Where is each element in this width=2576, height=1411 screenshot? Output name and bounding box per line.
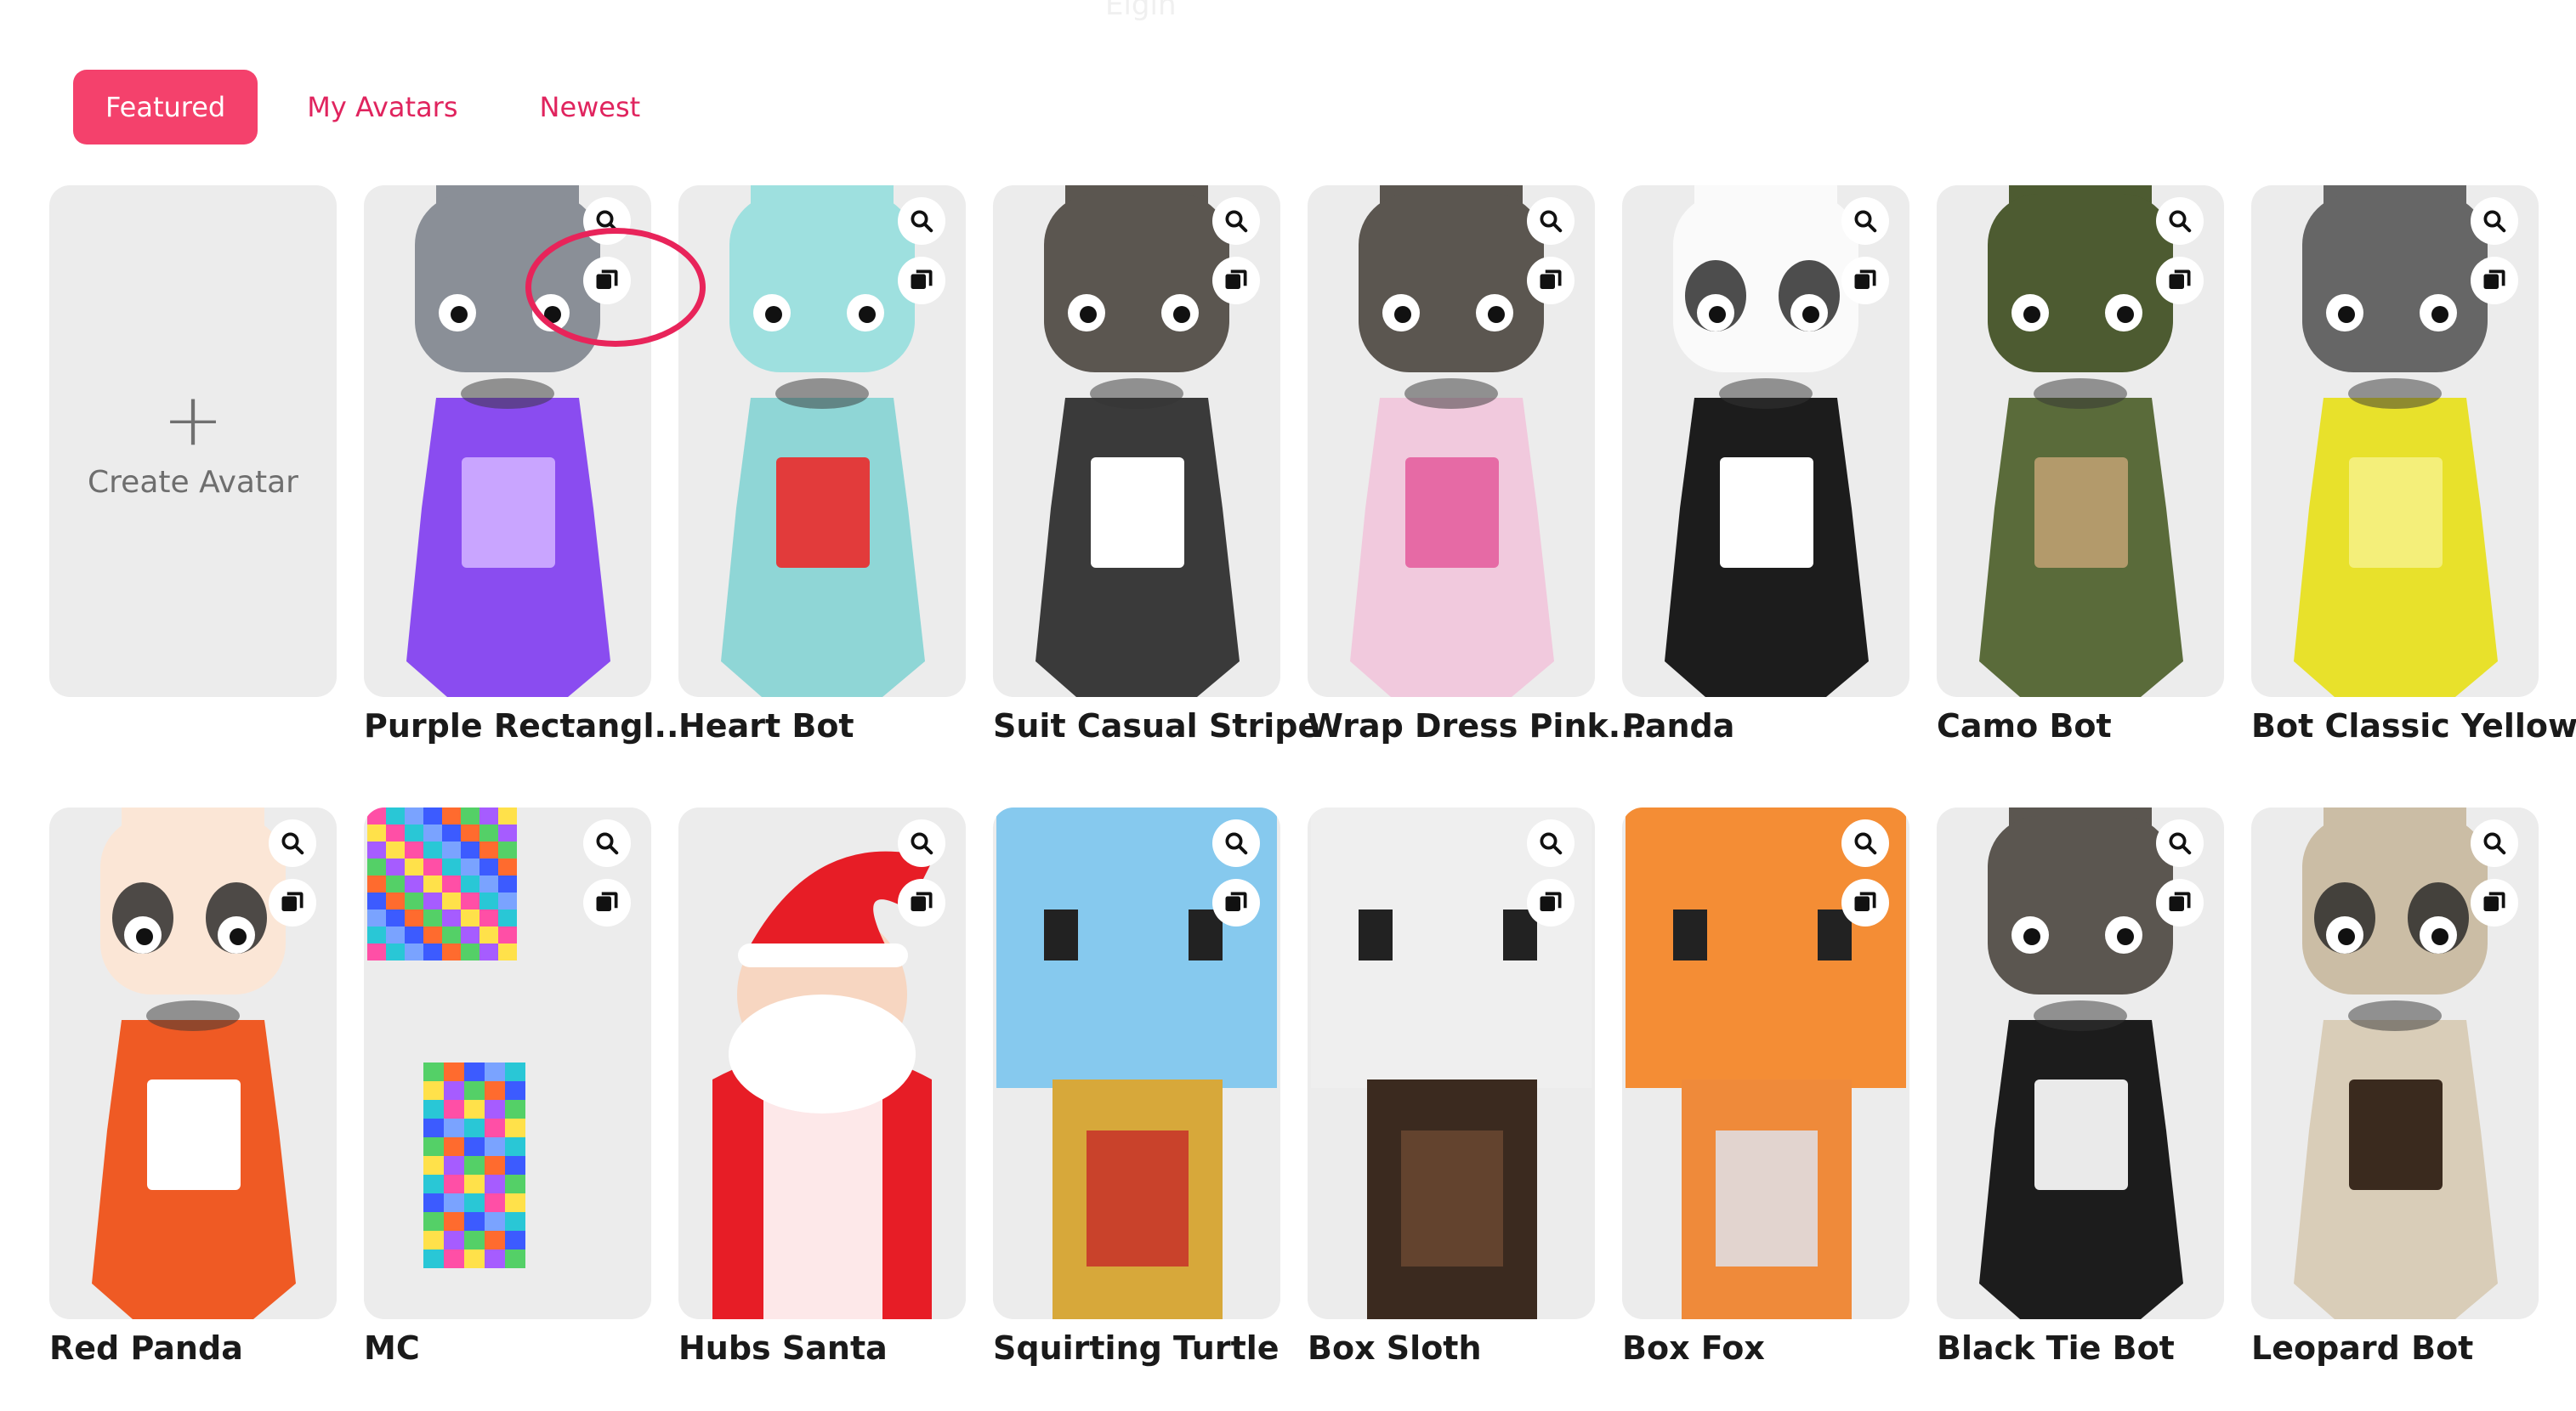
- search-icon[interactable]: [898, 197, 945, 245]
- copy-icon[interactable]: [898, 879, 945, 926]
- avatar-thumbnail[interactable]: [993, 185, 1280, 697]
- search-icon[interactable]: [1841, 819, 1889, 867]
- copy-icon[interactable]: [1841, 879, 1889, 926]
- copy-icon[interactable]: [898, 257, 945, 304]
- faint-header-text: Elgin: [1105, 0, 1177, 22]
- copy-icon[interactable]: [1212, 879, 1260, 926]
- avatar-card[interactable]: Squirting Turtle: [993, 808, 1280, 1367]
- avatar-name: Purple Rectangl...: [364, 707, 691, 745]
- avatar-name: Black Tie Bot: [1937, 1329, 2175, 1367]
- search-icon[interactable]: [1527, 819, 1575, 867]
- tab-featured[interactable]: Featured: [73, 70, 258, 144]
- copy-icon[interactable]: [2156, 879, 2204, 926]
- create-avatar-label: Create Avatar: [88, 464, 298, 500]
- avatar-thumbnail[interactable]: [1937, 808, 2224, 1319]
- avatar-name: Box Fox: [1622, 1329, 1765, 1367]
- avatar-name: MC: [364, 1329, 420, 1367]
- avatar-card[interactable]: Hubs Santa: [678, 808, 966, 1367]
- search-icon[interactable]: [1212, 819, 1260, 867]
- copy-icon[interactable]: [1212, 257, 1260, 304]
- avatar-name: Camo Bot: [1937, 707, 2112, 745]
- copy-icon[interactable]: [2471, 879, 2518, 926]
- avatar-card[interactable]: Leopard Bot: [2251, 808, 2539, 1367]
- avatar-card[interactable]: Panda: [1622, 185, 1909, 745]
- search-icon[interactable]: [583, 819, 631, 867]
- avatar-thumbnail[interactable]: [993, 808, 1280, 1319]
- avatar-thumbnail[interactable]: [364, 808, 651, 1319]
- create-avatar-card[interactable]: + Create Avatar: [49, 185, 337, 697]
- search-icon[interactable]: [269, 819, 316, 867]
- avatar-name: Bot Classic Yellow: [2251, 707, 2576, 745]
- tab-newest[interactable]: Newest: [508, 70, 673, 144]
- search-icon[interactable]: [1841, 197, 1889, 245]
- avatar-card[interactable]: MC: [364, 808, 651, 1367]
- avatar-name: Panda: [1622, 707, 1735, 745]
- create-avatar-button[interactable]: + Create Avatar: [49, 185, 337, 697]
- copy-icon[interactable]: [2471, 257, 2518, 304]
- avatar-card[interactable]: Box Sloth: [1308, 808, 1595, 1367]
- search-icon[interactable]: [898, 819, 945, 867]
- avatar-name: Wrap Dress Pink...: [1308, 707, 1646, 745]
- copy-icon[interactable]: [269, 879, 316, 926]
- avatar-thumbnail[interactable]: [1937, 185, 2224, 697]
- avatar-thumbnail[interactable]: [678, 185, 966, 697]
- avatar-card[interactable]: Camo Bot: [1937, 185, 2224, 745]
- search-icon[interactable]: [2156, 197, 2204, 245]
- search-icon[interactable]: [2471, 819, 2518, 867]
- search-icon[interactable]: [2471, 197, 2518, 245]
- avatar-name: Leopard Bot: [2251, 1329, 2474, 1367]
- avatar-card[interactable]: Red Panda: [49, 808, 337, 1367]
- avatar-name: Squirting Turtle: [993, 1329, 1279, 1367]
- search-icon[interactable]: [1527, 197, 1575, 245]
- copy-icon[interactable]: [1527, 257, 1575, 304]
- highlight-circle-annotation: [525, 228, 706, 347]
- avatar-thumbnail[interactable]: [678, 808, 966, 1319]
- avatar-card[interactable]: Bot Classic Yellow: [2251, 185, 2576, 745]
- avatar-card[interactable]: Black Tie Bot: [1937, 808, 2224, 1367]
- copy-icon[interactable]: [1527, 879, 1575, 926]
- search-icon[interactable]: [2156, 819, 2204, 867]
- avatar-thumbnail[interactable]: [2251, 808, 2539, 1319]
- copy-icon[interactable]: [583, 879, 631, 926]
- avatar-name: Box Sloth: [1308, 1329, 1482, 1367]
- avatar-card[interactable]: Box Fox: [1622, 808, 1909, 1367]
- avatar-card[interactable]: Wrap Dress Pink...: [1308, 185, 1645, 745]
- avatar-name: Red Panda: [49, 1329, 243, 1367]
- avatar-thumbnail[interactable]: [1308, 185, 1595, 697]
- search-icon[interactable]: [1212, 197, 1260, 245]
- avatar-name: Hubs Santa: [678, 1329, 888, 1367]
- avatar-thumbnail[interactable]: [2251, 185, 2539, 697]
- copy-icon[interactable]: [1841, 257, 1889, 304]
- avatar-tabs: Featured My Avatars Newest: [73, 70, 689, 144]
- tab-my-avatars[interactable]: My Avatars: [275, 70, 490, 144]
- avatar-thumbnail[interactable]: [1622, 808, 1909, 1319]
- plus-icon: +: [162, 377, 224, 462]
- avatar-name: Heart Bot: [678, 707, 854, 745]
- avatar-card[interactable]: Suit Casual Stripe: [993, 185, 1319, 745]
- avatar-name: Suit Casual Stripe: [993, 707, 1320, 745]
- avatar-thumbnail[interactable]: [1308, 808, 1595, 1319]
- avatar-thumbnail[interactable]: [1622, 185, 1909, 697]
- copy-icon[interactable]: [2156, 257, 2204, 304]
- avatar-thumbnail[interactable]: [49, 808, 337, 1319]
- avatar-card[interactable]: Heart Bot: [678, 185, 966, 745]
